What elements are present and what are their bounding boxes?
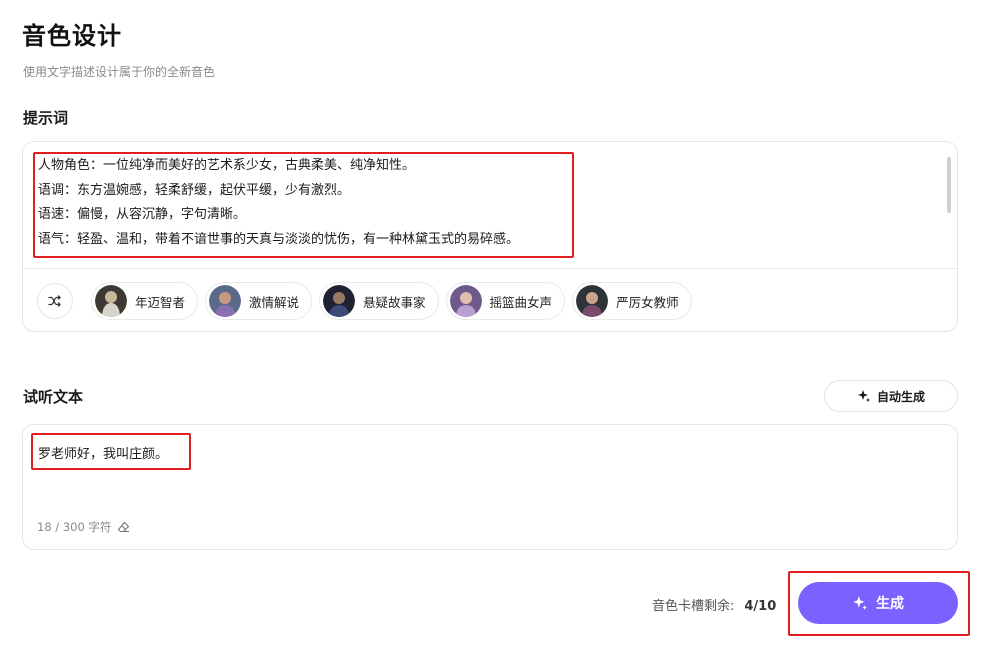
prompt-line: 语调：东方温婉感，轻柔舒缓，起伏平缓，少有激烈。 — [38, 182, 351, 198]
slot-remaining: 音色卡槽剩余: 4/10 — [652, 595, 776, 614]
preview-card[interactable]: 罗老师好，我叫庄颜。 18 / 300 字符 — [22, 424, 958, 550]
preset-chip-elder-sage[interactable]: 年迈智者 — [91, 282, 199, 320]
preset-chip-row: 年迈智者 激情解说 悬疑故事家 摇篮曲女声 严厉女教师 — [37, 282, 692, 320]
auto-generate-label: 自动生成 — [876, 389, 925, 404]
preset-chip-label: 摇篮曲女声 — [489, 294, 553, 310]
prompt-textarea[interactable]: 人物角色：一位纯净而美好的艺术系少女，古典柔美、纯净知性。 语调：东方温婉感，轻… — [38, 154, 938, 264]
avatar — [576, 285, 609, 317]
sparkle-icon — [853, 596, 867, 610]
avatar — [323, 285, 356, 317]
preset-chip-label: 激情解说 — [249, 294, 300, 310]
avatar — [449, 285, 482, 317]
preset-chip-label: 悬疑故事家 — [363, 294, 426, 310]
preset-chip-lullaby-female[interactable]: 摇篮曲女声 — [445, 282, 566, 320]
generate-button[interactable]: 生成 — [798, 582, 958, 624]
slot-remaining-label: 音色卡槽剩余: — [652, 599, 735, 614]
page-title: 音色设计 — [22, 22, 122, 50]
auto-generate-button[interactable]: 自动生成 — [824, 380, 958, 412]
prompt-divider — [23, 268, 957, 269]
preset-chip-label: 严厉女教师 — [616, 294, 679, 310]
prompt-line: 语气：轻盈、温和，带着不谙世事的天真与淡淡的忧伤，有一种林黛玉式的易碎感。 — [38, 231, 520, 247]
preview-text-input[interactable]: 罗老师好，我叫庄颜。 — [38, 443, 168, 462]
char-count: 18 / 300 字符 — [37, 519, 130, 535]
shuffle-icon — [48, 295, 61, 307]
generate-label: 生成 — [876, 596, 904, 612]
preset-chip-passionate-commentary[interactable]: 激情解说 — [205, 282, 313, 320]
avatar — [95, 285, 127, 317]
preview-section-label: 试听文本 — [23, 388, 84, 406]
shuffle-button[interactable] — [37, 283, 73, 319]
prompt-scrollbar[interactable] — [947, 157, 951, 213]
prompt-section-label: 提示词 — [23, 109, 69, 127]
preset-chip-label: 年迈智者 — [135, 294, 186, 310]
page-subtitle: 使用文字描述设计属于你的全新音色 — [23, 65, 216, 79]
avatar — [209, 285, 242, 317]
prompt-line: 语速：偏慢，从容沉静，字句清晰。 — [38, 207, 247, 222]
slot-remaining-value: 4/10 — [744, 599, 777, 614]
eraser-icon[interactable] — [117, 521, 130, 533]
prompt-line: 人物角色：一位纯净而美好的艺术系少女，古典柔美、纯净知性。 — [38, 158, 416, 173]
prompt-card: 人物角色：一位纯净而美好的艺术系少女，古典柔美、纯净知性。 语调：东方温婉感，轻… — [22, 141, 958, 332]
preset-chip-suspense-storyteller[interactable]: 悬疑故事家 — [319, 282, 439, 320]
sparkle-icon — [857, 390, 870, 402]
preset-chip-strict-teacher[interactable]: 严厉女教师 — [572, 282, 692, 320]
char-count-text: 18 / 300 字符 — [37, 520, 112, 534]
